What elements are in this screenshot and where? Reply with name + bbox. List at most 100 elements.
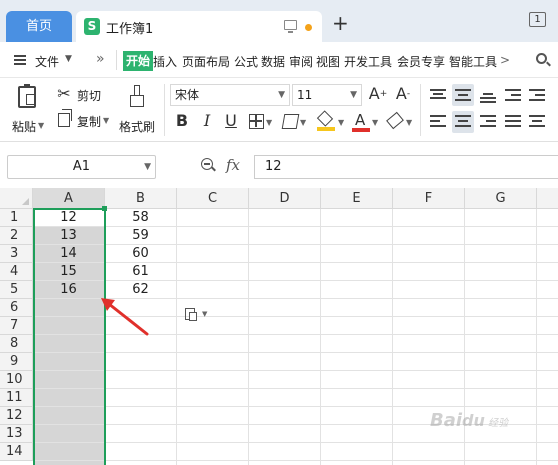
zoom-search-icon[interactable] [201, 158, 216, 172]
cell-style-icon[interactable] [281, 114, 300, 129]
menu-tab-start[interactable]: 开始 [123, 51, 154, 71]
align-bottom-icon[interactable] [480, 87, 496, 103]
align-center-icon[interactable] [452, 111, 474, 133]
distributed-align-icon[interactable] [529, 114, 545, 130]
font-size-select[interactable]: 11 ▼ [292, 84, 362, 106]
fx-icon[interactable]: fx [226, 156, 240, 174]
name-box[interactable]: A1 ▼ [7, 155, 156, 179]
ribbon-toolbar: 粘贴 ▼ ✂ 剪切 复制 ▼ 格式刷 宋体 ▼ 11 ▼ A+ A- B I U [0, 78, 558, 142]
row-header[interactable]: 1 [0, 209, 33, 227]
menu-tab-data[interactable]: 数据 [261, 53, 285, 70]
copy-chevron-down-icon[interactable]: ▼ [103, 116, 109, 125]
paste-options-icon[interactable]: ▼ [183, 307, 211, 323]
format-painter-button[interactable]: 格式刷 [117, 82, 159, 138]
column-header-c[interactable]: C [177, 188, 249, 209]
font-color-icon[interactable]: A [352, 111, 370, 133]
fill-color-chevron-down-icon[interactable]: ▼ [338, 118, 344, 127]
menu-tab-insert[interactable]: 插入 [153, 53, 177, 70]
decrease-font-size-icon[interactable]: A- [393, 84, 413, 104]
ribbon-divider [164, 84, 165, 136]
paste-chevron-down-icon[interactable]: ▼ [38, 121, 44, 130]
menu-tab-formulas[interactable]: 公式 [234, 53, 258, 70]
borders-chevron-down-icon[interactable]: ▼ [266, 118, 272, 127]
align-left-icon[interactable] [430, 114, 446, 130]
cell-b2[interactable]: 59 [105, 227, 177, 245]
row-header[interactable]: 10 [0, 371, 33, 389]
cell-b1[interactable]: 58 [105, 209, 177, 227]
format-painter-label: 格式刷 [119, 120, 156, 134]
monitor-icon[interactable] [284, 20, 297, 33]
align-middle-icon[interactable] [452, 84, 474, 106]
cell-b4[interactable]: 61 [105, 263, 177, 281]
menu-tab-page-layout[interactable]: 页面布局 [182, 53, 230, 70]
borders-icon[interactable] [249, 114, 264, 129]
menu-tab-review[interactable]: 审阅 [289, 53, 313, 70]
column-header-g[interactable]: G [465, 188, 537, 209]
eraser-chevron-down-icon[interactable]: ▼ [406, 118, 412, 127]
copy-button[interactable]: 复制 ▼ [55, 109, 115, 132]
window-count-badge[interactable]: 1 [529, 12, 546, 27]
column-header-f[interactable]: F [393, 188, 465, 209]
name-box-value: A1 [72, 159, 91, 174]
row-header[interactable]: 5 [0, 281, 33, 299]
select-all-corner[interactable] [0, 188, 33, 209]
increase-font-size-icon[interactable]: A+ [368, 84, 388, 104]
menu-bar: 文件 ▼ » 开始 插入 页面布局 公式 数据 审阅 视图 开发工具 会员专享 … [0, 42, 558, 78]
row-header[interactable]: 11 [0, 389, 33, 407]
cell-style-chevron-down-icon[interactable]: ▼ [300, 118, 306, 127]
font-color-swatch [352, 128, 370, 132]
font-name-select[interactable]: 宋体 ▼ [170, 84, 290, 106]
font-name-value: 宋体 [175, 88, 200, 102]
scissors-icon: ✂ [57, 84, 71, 103]
cut-button[interactable]: ✂ 剪切 [55, 84, 103, 106]
eraser-icon[interactable] [386, 111, 404, 130]
menu-overflow-chevron-icon[interactable]: > [500, 53, 510, 67]
file-menu-chevron-down-icon[interactable]: ▼ [65, 54, 72, 64]
search-icon[interactable] [536, 53, 551, 67]
tab-workbook[interactable]: S 工作簿1 [76, 11, 322, 42]
bold-button[interactable]: B [173, 111, 191, 131]
tab-home[interactable]: 首页 [6, 11, 72, 42]
align-right-icon[interactable] [480, 114, 496, 130]
align-top-icon[interactable] [430, 87, 446, 103]
column-header-e[interactable]: E [321, 188, 393, 209]
menu-tab-smart-tools[interactable]: 智能工具 [449, 53, 497, 70]
formula-input[interactable]: 12 [254, 155, 558, 179]
menu-tab-developer[interactable]: 开发工具 [344, 53, 392, 70]
paste-label: 粘贴 [12, 120, 37, 134]
hamburger-icon[interactable] [14, 55, 26, 65]
fill-color-icon[interactable] [316, 110, 335, 132]
italic-button[interactable]: I [198, 111, 216, 131]
column-header-d[interactable]: D [249, 188, 321, 209]
row-header[interactable]: 4 [0, 263, 33, 281]
row-header[interactable]: 13 [0, 425, 33, 443]
row-header[interactable]: 2 [0, 227, 33, 245]
row-header[interactable]: 9 [0, 353, 33, 371]
file-menu[interactable]: 文件 [35, 53, 59, 70]
column-header-b[interactable]: B [105, 188, 177, 209]
indent-decrease-icon[interactable] [505, 87, 521, 103]
font-size-value: 11 [297, 88, 313, 102]
menu-tab-view[interactable]: 视图 [316, 53, 340, 70]
underline-button[interactable]: U [222, 111, 240, 131]
new-tab-button[interactable]: + [332, 13, 349, 33]
name-box-chevron-down-icon[interactable]: ▼ [144, 156, 151, 178]
row-header[interactable]: 14 [0, 443, 33, 461]
column-header-a[interactable]: A [33, 188, 105, 209]
paste-button[interactable]: 粘贴 ▼ [10, 82, 46, 138]
row-header[interactable]: 7 [0, 317, 33, 335]
cell-b3[interactable]: 60 [105, 245, 177, 263]
indent-increase-icon[interactable] [529, 87, 545, 103]
row-header[interactable]: 6 [0, 299, 33, 317]
spreadsheet-icon: S [84, 18, 100, 35]
menu-tab-member[interactable]: 会员专享 [397, 53, 445, 70]
fill-handle[interactable] [102, 206, 107, 211]
column-header-h[interactable] [537, 188, 558, 209]
row-header[interactable]: 3 [0, 245, 33, 263]
justify-icon[interactable] [505, 114, 521, 130]
row-header[interactable]: 8 [0, 335, 33, 353]
font-color-chevron-down-icon[interactable]: ▼ [372, 118, 378, 127]
more-menus-icon[interactable]: » [96, 51, 105, 67]
row-header[interactable]: 12 [0, 407, 33, 425]
spreadsheet-grid: A B C D E F G 1 2 3 4 5 6 7 8 9 10 11 12… [0, 188, 558, 465]
